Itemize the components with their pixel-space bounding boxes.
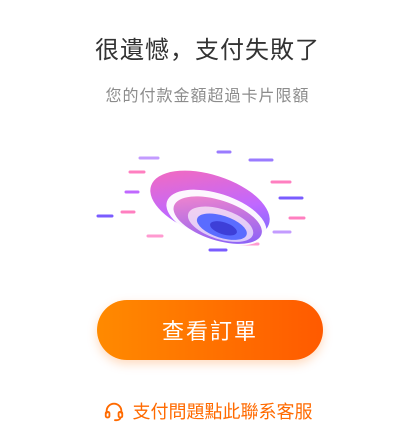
contact-support-label: 支付問題點此聯系客服 — [132, 402, 313, 423]
failure-reason: 您的付款金額超過卡片限額 — [105, 86, 310, 105]
payment-failed-illustration — [96, 150, 306, 252]
headset-icon — [103, 400, 125, 422]
contact-support-link[interactable]: 支付問題點此聯系客服 — [0, 398, 415, 424]
page-title: 很遺憾，支付失敗了 — [95, 36, 320, 64]
view-order-button[interactable]: 查看訂單 — [97, 300, 323, 360]
disc-icon — [150, 170, 270, 246]
payment-failed-screen: 很遺憾，支付失敗了 您的付款金額超過卡片限額 查看訂單 支付問題點此聯系客服 — [0, 0, 415, 445]
